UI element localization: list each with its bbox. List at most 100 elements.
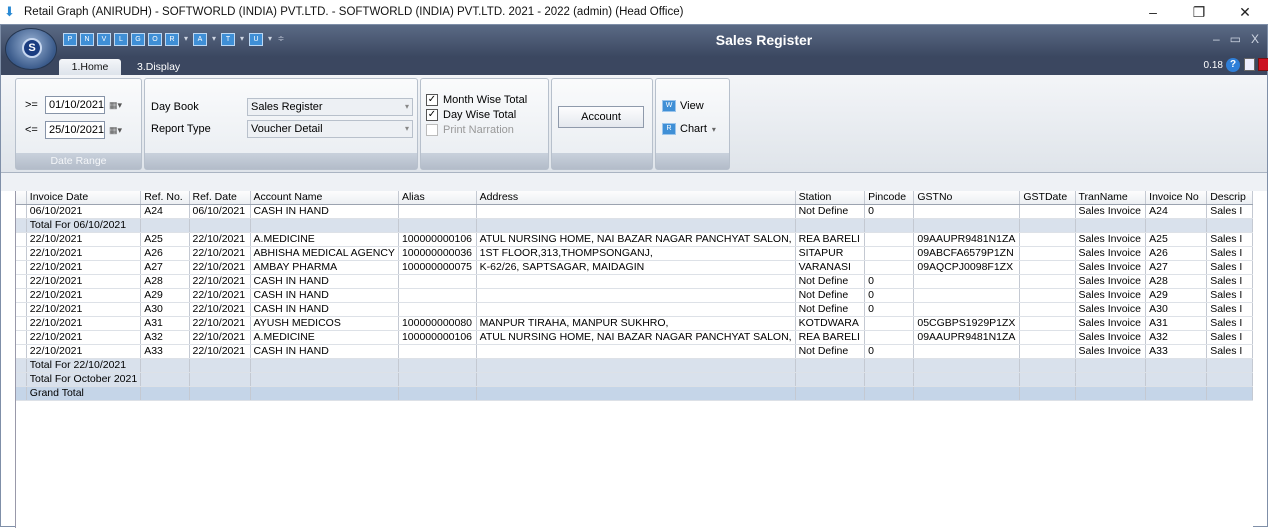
table-cell[interactable]: Sales Invoice [1075,274,1147,289]
row-selector[interactable] [16,344,27,359]
column-header[interactable]: Alias [398,191,477,205]
view-button[interactable]: W View [662,100,704,112]
row-selector[interactable] [16,246,27,261]
table-cell[interactable]: 100000000080 [398,316,477,331]
print-narration-checkbox[interactable] [426,124,438,136]
table-cell[interactable]: 0 [864,344,915,359]
column-header[interactable]: GSTNo [913,191,1021,205]
table-cell[interactable]: Total For 06/10/2021 [26,218,142,233]
table-cell[interactable]: Not Define [795,204,866,219]
table-cell[interactable]: Not Define [795,288,866,303]
table-cell[interactable] [476,288,796,303]
table-cell[interactable]: 0 [864,204,915,219]
table-cell[interactable]: A27 [140,260,190,275]
table-cell[interactable]: CASH IN HAND [250,288,399,303]
row-selector[interactable] [16,204,27,219]
table-cell[interactable]: Sales I [1206,288,1253,303]
table-cell[interactable]: Sales I [1206,246,1253,261]
column-header[interactable]: Invoice No [1145,191,1208,205]
table-cell[interactable]: REA BARELI [795,232,866,247]
table-cell[interactable]: 06/10/2021 [189,204,251,219]
table-cell[interactable] [913,344,1021,359]
table-cell[interactable]: CASH IN HAND [250,344,399,359]
table-cell[interactable]: A27 [1145,260,1208,275]
table-cell[interactable] [1019,218,1076,233]
table-cell[interactable]: Sales I [1206,274,1253,289]
table-cell[interactable]: Grand Total [26,386,142,401]
os-restore-button[interactable]: ❐ [1176,0,1222,24]
table-cell[interactable] [1019,372,1076,387]
table-cell[interactable] [795,372,866,387]
table-cell[interactable] [189,358,251,373]
column-header[interactable]: Address [476,191,796,205]
from-date-input[interactable]: 01/10/2021 [45,96,105,114]
pdf-icon[interactable] [1258,58,1268,71]
table-cell[interactable]: ATUL NURSING HOME, NAI BAZAR NAGAR PANCH… [476,330,796,345]
table-cell[interactable]: Sales I [1206,330,1253,345]
table-row[interactable]: 22/10/2021 A31 22/10/2021 AYUSH MEDICOS 1000… [16,316,1253,331]
column-header[interactable]: Station [795,191,866,205]
column-header[interactable]: Ref. Date [189,191,251,205]
row-selector[interactable] [16,386,27,401]
to-date-input[interactable]: 25/10/2021 [45,121,105,139]
table-cell[interactable]: 09ABCFA6579P1ZN [913,246,1021,261]
table-cell[interactable]: A32 [1145,330,1208,345]
table-cell[interactable]: 100000000106 [398,330,477,345]
table-cell[interactable]: 22/10/2021 [189,302,251,317]
table-cell[interactable] [1019,232,1076,247]
table-cell[interactable] [1019,302,1076,317]
table-cell[interactable] [1075,358,1147,373]
column-header[interactable]: Pincode [864,191,915,205]
table-cell[interactable]: 09AAUPR9481N1ZA [913,232,1021,247]
table-cell[interactable] [1145,372,1208,387]
table-cell[interactable]: 22/10/2021 [189,344,251,359]
table-cell[interactable]: A33 [1145,344,1208,359]
table-cell[interactable] [913,204,1021,219]
table-cell[interactable]: 22/10/2021 [26,288,142,303]
table-cell[interactable] [1019,344,1076,359]
table-cell[interactable] [140,372,190,387]
table-cell[interactable] [864,232,915,247]
table-cell[interactable] [398,302,477,317]
day-book-select[interactable]: Sales Register ▾ [247,98,413,116]
table-cell[interactable]: 22/10/2021 [26,232,142,247]
app-close-button[interactable]: X [1251,32,1259,46]
table-cell[interactable] [476,386,796,401]
table-cell[interactable]: 22/10/2021 [189,330,251,345]
table-cell[interactable] [398,358,477,373]
table-cell[interactable] [1019,288,1076,303]
table-cell[interactable] [476,218,796,233]
table-cell[interactable]: A25 [140,232,190,247]
table-cell[interactable]: AMBAY PHARMA [250,260,399,275]
table-cell[interactable]: A31 [1145,316,1208,331]
month-wise-checkbox[interactable]: ✓ [426,94,438,106]
table-row[interactable]: 22/10/2021 A32 22/10/2021 A.MEDICINE 1000000… [16,330,1253,345]
table-cell[interactable]: CASH IN HAND [250,274,399,289]
table-cell[interactable] [1019,386,1076,401]
table-cell[interactable] [913,288,1021,303]
table-cell[interactable]: A25 [1145,232,1208,247]
table-cell[interactable]: MANPUR TIRAHA, MANPUR SUKHRO, [476,316,796,331]
column-header[interactable]: TranName [1075,191,1147,205]
table-cell[interactable] [1206,372,1253,387]
table-cell[interactable] [476,344,796,359]
table-cell[interactable] [398,372,477,387]
table-cell[interactable]: ABHISHA MEDICAL AGENCY [250,246,399,261]
table-row[interactable]: 22/10/2021 A29 22/10/2021 CASH IN HAND Not D… [16,288,1253,303]
table-cell[interactable]: 22/10/2021 [189,260,251,275]
table-cell[interactable]: SITAPUR [795,246,866,261]
table-cell[interactable]: Sales I [1206,302,1253,317]
table-cell[interactable] [1019,358,1076,373]
table-cell[interactable]: A32 [140,330,190,345]
table-cell[interactable] [1019,316,1076,331]
table-cell[interactable]: A26 [1145,246,1208,261]
table-cell[interactable] [795,386,866,401]
table-cell[interactable]: 22/10/2021 [26,344,142,359]
day-wise-checkbox[interactable]: ✓ [426,109,438,121]
table-cell[interactable] [476,302,796,317]
table-cell[interactable]: Sales I [1206,260,1253,275]
table-cell[interactable] [1075,372,1147,387]
table-cell[interactable]: Sales I [1206,232,1253,247]
table-cell[interactable]: 1ST FLOOR,313,THOMPSONGANJ, [476,246,796,261]
document-icon[interactable] [1244,58,1255,71]
